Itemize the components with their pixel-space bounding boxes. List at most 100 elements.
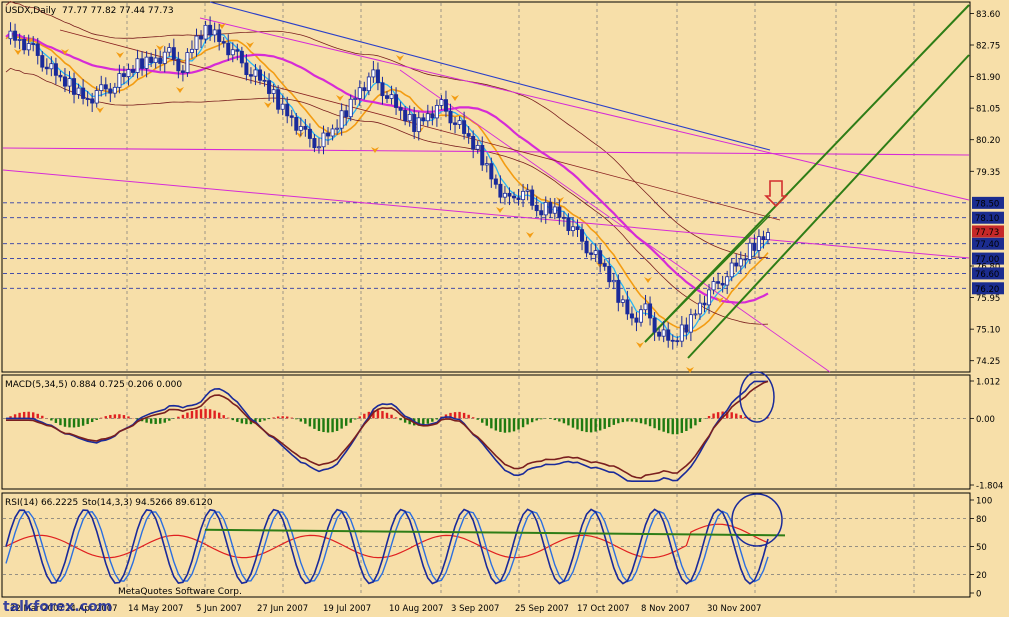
macd-bar — [190, 410, 194, 419]
candle-body — [194, 35, 199, 50]
candle-body — [375, 69, 380, 84]
candle-body — [502, 192, 507, 198]
candle-body — [602, 263, 607, 267]
candle-body — [684, 324, 689, 333]
macd-bar — [63, 418, 67, 427]
candle-body — [380, 82, 385, 97]
macd-bar — [603, 418, 606, 429]
candle-body — [257, 69, 262, 81]
candle-body — [530, 189, 535, 206]
macd-tick-label: 1.012 — [976, 378, 1000, 388]
candle-body — [199, 35, 204, 40]
macd-bar — [630, 418, 634, 422]
candle-body — [480, 145, 485, 166]
macd-bar — [585, 418, 588, 433]
candle-body — [316, 146, 321, 149]
macd-bar — [86, 418, 89, 425]
price-tick-label: 83.60 — [976, 10, 1000, 20]
candle-body — [448, 110, 453, 124]
candle-body — [280, 103, 285, 110]
candle-body — [339, 110, 344, 129]
candle-body — [570, 226, 575, 231]
candle-body — [525, 189, 530, 192]
macd-bar — [145, 418, 148, 423]
macd-bar — [639, 418, 643, 424]
price-tick-label: 75.95 — [976, 294, 1000, 304]
level-label: 76.60 — [975, 270, 999, 280]
candle-body — [471, 135, 476, 150]
candle-body — [217, 29, 222, 42]
osc-tick-label: 20 — [976, 571, 987, 581]
price-title: USDX,Daily — [5, 6, 57, 16]
candle-body — [321, 132, 326, 148]
macd-bar — [104, 416, 107, 419]
candle-body — [398, 107, 403, 111]
candle-body — [62, 76, 67, 87]
candle-body — [493, 178, 498, 185]
macd-bar — [163, 418, 166, 423]
candle-body — [702, 302, 707, 306]
macd-bar — [399, 418, 402, 421]
macd-bar — [227, 417, 230, 419]
macd-bar — [41, 415, 44, 419]
candle-body — [371, 69, 376, 78]
date-label: 10 Aug 2007 — [389, 604, 443, 614]
macd-bar — [100, 417, 103, 419]
date-label: 3 Sep 2007 — [451, 604, 499, 614]
candle-body — [666, 329, 671, 341]
macd-bar — [272, 417, 275, 419]
candle-body — [716, 281, 721, 284]
macd-bar — [304, 418, 307, 424]
macd-bar — [81, 418, 85, 426]
price-tick-label: 74.25 — [976, 357, 1000, 367]
macd-bar — [453, 412, 457, 419]
macd-bar — [571, 418, 575, 428]
macd-bar — [231, 418, 234, 421]
candle-body — [439, 99, 444, 106]
candle-body — [76, 87, 81, 95]
candle-body — [158, 57, 163, 64]
macd-bar — [267, 418, 271, 420]
price-tick-label: 80.20 — [976, 136, 1000, 146]
macd-bar — [295, 418, 298, 420]
level-label: 78.50 — [975, 199, 999, 209]
candle-body — [90, 98, 95, 104]
macd-bar — [598, 418, 602, 431]
candle-body — [416, 117, 421, 132]
macd-bar — [716, 412, 720, 419]
macd-bar — [431, 418, 434, 422]
candle-body — [384, 95, 389, 99]
candle-body — [239, 50, 244, 64]
osc-tick-label: 50 — [976, 543, 987, 553]
osc-tick-label: 100 — [976, 497, 992, 507]
date-label: 5 Jun 2007 — [196, 604, 242, 614]
macd-bar — [485, 418, 488, 426]
macd-bar — [549, 418, 552, 420]
candle-body — [425, 113, 430, 122]
macd-bar — [149, 418, 153, 424]
candle-body — [267, 80, 272, 94]
candle-body — [421, 117, 426, 122]
candle-body — [548, 201, 553, 214]
candle-body — [144, 56, 149, 69]
macd-bar — [612, 418, 615, 425]
candle-body — [117, 73, 122, 88]
candle-body — [26, 43, 31, 51]
candle-body — [720, 282, 725, 286]
candle-body — [303, 126, 308, 130]
macd-bar — [712, 413, 715, 419]
candle-body — [688, 314, 693, 333]
macd-bar — [22, 411, 26, 419]
candle-body — [752, 242, 757, 251]
macd-tick-label: -1.804 — [976, 482, 1003, 492]
macd-bar — [322, 418, 325, 433]
candle-body — [348, 98, 353, 118]
candle-body — [566, 217, 571, 231]
date-label: 27 Jun 2007 — [257, 604, 308, 614]
candle-body — [35, 43, 40, 56]
candle-body — [22, 39, 27, 51]
macd-bar — [458, 411, 461, 419]
ohlc-header: 77.77 77.82 77.44 77.73 — [62, 6, 174, 16]
candle-body — [394, 94, 399, 108]
candle-body — [326, 132, 331, 137]
